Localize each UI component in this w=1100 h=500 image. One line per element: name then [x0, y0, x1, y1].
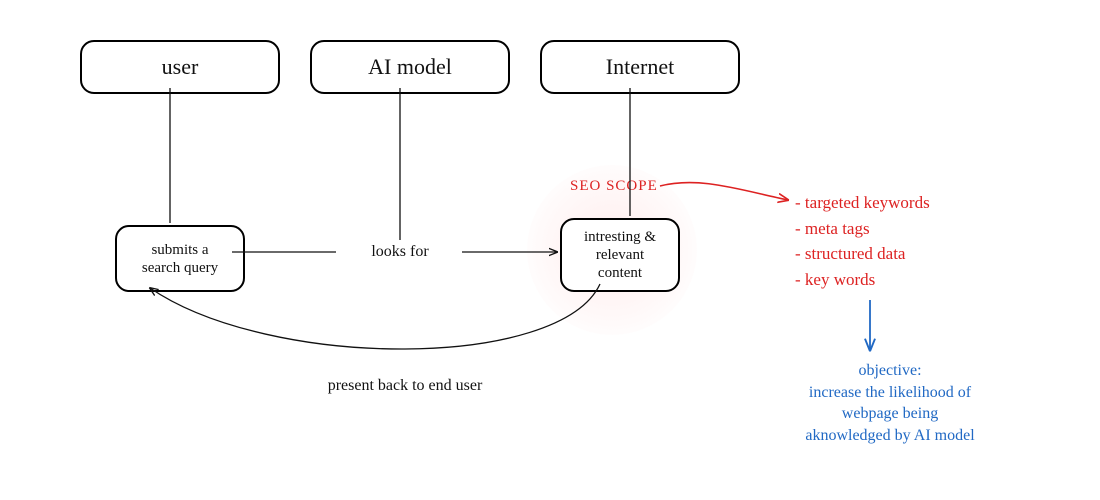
header-user-label: user: [162, 54, 199, 80]
node-search-query: submits a search query: [115, 225, 245, 292]
node-content: intresting & relevant content: [560, 218, 680, 292]
node-search-query-label: submits a search query: [142, 241, 218, 277]
header-ai-model-label: AI model: [368, 54, 452, 80]
arrow-present-back: [150, 284, 600, 349]
seo-bullet-1: - meta tags: [795, 216, 930, 242]
edge-present-back-label: present back to end user: [275, 377, 535, 395]
seo-bullet-2: - structured data: [795, 241, 930, 267]
edge-looks-for-label: looks for: [340, 243, 460, 261]
seo-bullet-3: - key words: [795, 267, 930, 293]
objective-body: increase the likelihood of webpage being…: [770, 382, 1010, 447]
objective-block: objective: increase the likelihood of we…: [770, 360, 1010, 446]
seo-scope-label: SEO SCOPE: [570, 178, 658, 195]
seo-bullet-0: - targeted keywords: [795, 190, 930, 216]
header-user: user: [80, 40, 280, 94]
header-internet-label: Internet: [606, 54, 674, 80]
header-internet: Internet: [540, 40, 740, 94]
node-content-label: intresting & relevant content: [584, 228, 656, 282]
header-ai-model: AI model: [310, 40, 510, 94]
objective-title: objective:: [770, 360, 1010, 382]
seo-bullet-list: - targeted keywords - meta tags - struct…: [795, 190, 930, 292]
diagram-canvas: user AI model Internet submits a search …: [0, 0, 1100, 500]
